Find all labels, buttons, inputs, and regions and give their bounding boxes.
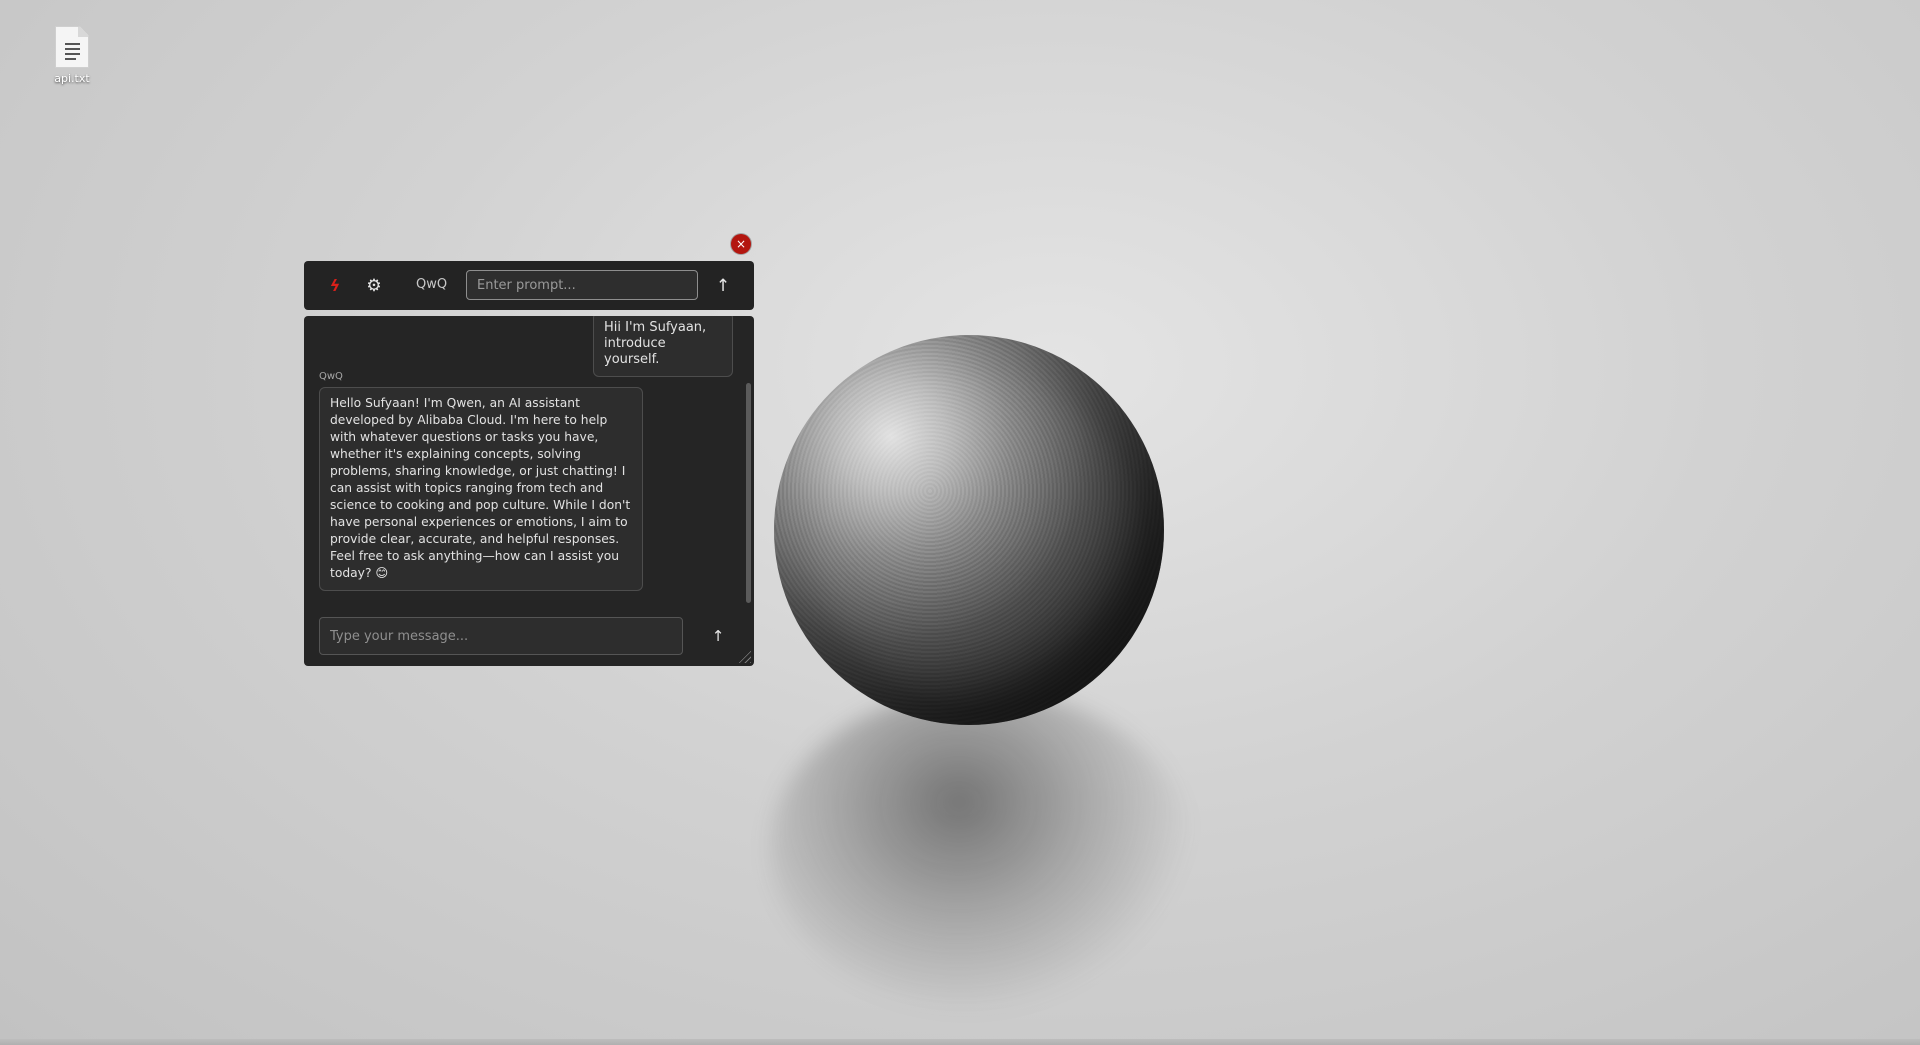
resize-grip[interactable] — [737, 649, 751, 663]
wallpaper-sphere-reflection — [770, 690, 1190, 1010]
arrow-up-icon[interactable]: ↑ — [712, 275, 734, 297]
wallpaper-sphere — [774, 335, 1164, 725]
desktop-file-api-txt[interactable]: api.txt — [44, 26, 100, 85]
chat-scrollbar[interactable] — [746, 383, 751, 603]
prompt-input[interactable] — [466, 270, 698, 300]
desktop-bottom-edge — [0, 1039, 1920, 1045]
text-file-icon — [55, 26, 89, 68]
gear-icon[interactable]: ⚙ — [363, 275, 385, 297]
assistant-name-label: QwQ — [319, 371, 343, 382]
message-input[interactable] — [319, 617, 683, 655]
chat-panel: Hii I'm Sufyaan, introduce yourself. QwQ… — [304, 316, 754, 666]
bolt-icon[interactable]: ϟ — [324, 275, 346, 297]
send-arrow-icon[interactable]: ↑ — [708, 625, 728, 647]
close-button[interactable]: × — [731, 234, 751, 254]
desktop-file-label: api.txt — [54, 72, 90, 85]
assistant-toolbar: ϟ ⚙ QwQ ↑ — [304, 261, 754, 310]
user-message-bubble: Hii I'm Sufyaan, introduce yourself. — [593, 316, 733, 377]
assistant-message-bubble: Hello Sufyaan! I'm Qwen, an AI assistant… — [319, 387, 643, 591]
model-label[interactable]: QwQ — [416, 277, 447, 292]
